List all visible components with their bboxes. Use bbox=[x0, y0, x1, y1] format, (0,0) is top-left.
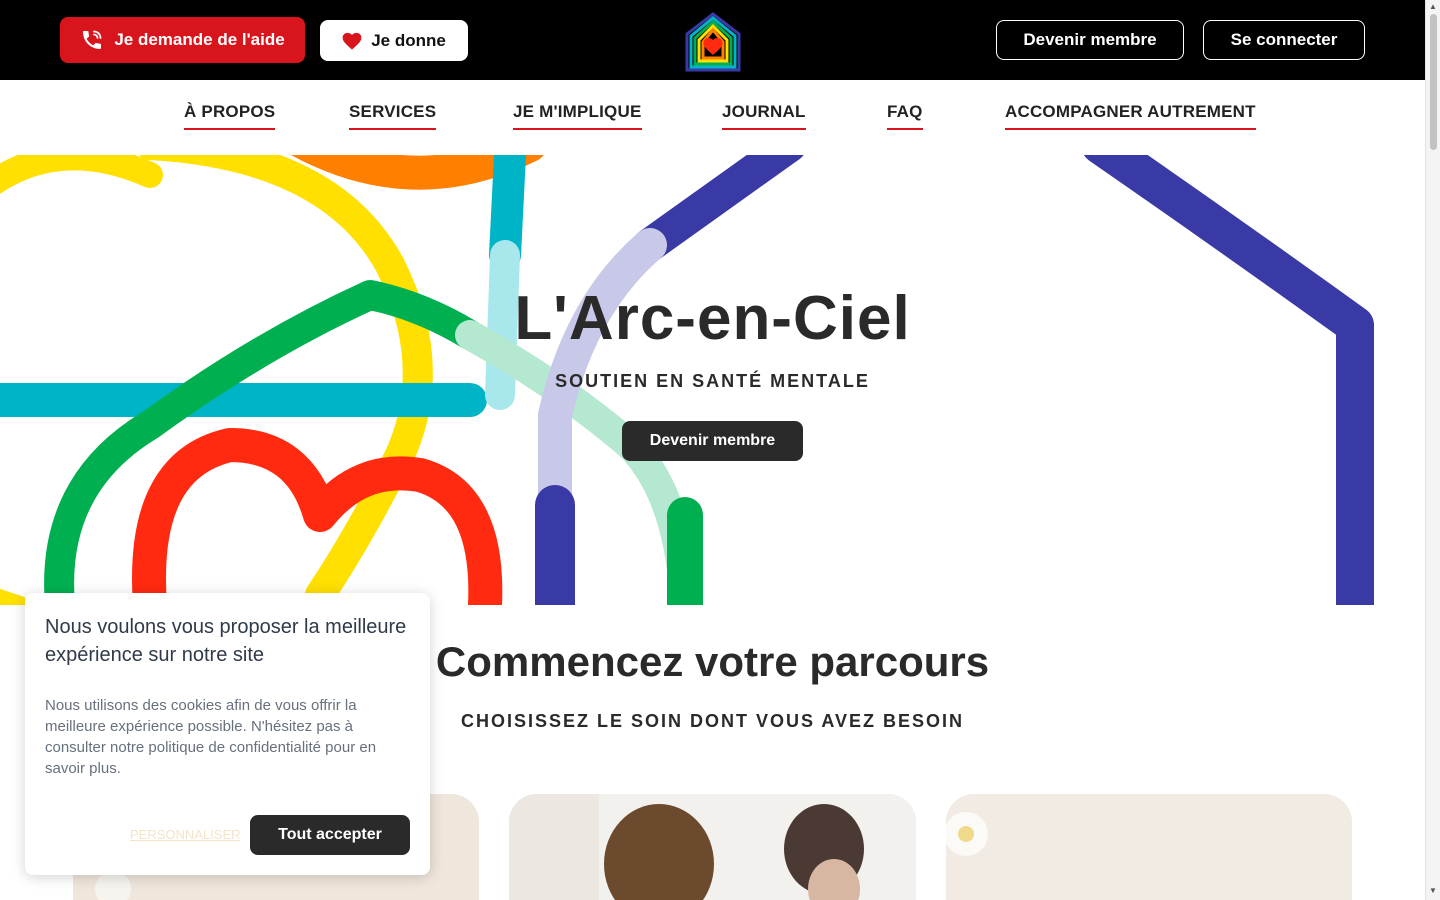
cookie-title: Nous voulons vous proposer la meilleure … bbox=[45, 616, 407, 666]
donate-button[interactable]: Je donne bbox=[320, 20, 468, 61]
phone-icon bbox=[83, 30, 102, 49]
nav-item-about[interactable]: À PROPOS bbox=[184, 102, 276, 130]
rainbow-house-heart-logo[interactable] bbox=[684, 11, 742, 73]
cookie-text: Nous utilisons des cookies afin de vous … bbox=[45, 697, 377, 777]
nav-item-get-involved[interactable]: JE M'IMPLIQUE bbox=[513, 102, 642, 130]
heart-icon bbox=[342, 32, 362, 50]
card-image bbox=[946, 794, 1352, 900]
care-card-2[interactable] bbox=[509, 794, 916, 900]
scroll-up-arrow-icon[interactable]: ▲ bbox=[1429, 2, 1437, 11]
scroll-down-arrow-icon[interactable]: ▼ bbox=[1429, 886, 1437, 895]
nav-item-accompany-differently[interactable]: ACCOMPAGNER AUTREMENT bbox=[1005, 102, 1256, 130]
card-image bbox=[509, 794, 916, 900]
care-card-3[interactable] bbox=[946, 794, 1352, 900]
hero-subtitle: SOUTIEN EN SANTÉ MENTALE bbox=[555, 371, 870, 391]
hero-title: L'Arc-en-Ciel bbox=[514, 284, 911, 353]
page-scrollbar[interactable]: ▲ ▼ bbox=[1425, 0, 1440, 900]
hero-become-member-button[interactable]: Devenir membre bbox=[622, 421, 803, 461]
scroll-thumb[interactable] bbox=[1430, 14, 1437, 150]
nav-item-faq[interactable]: FAQ bbox=[887, 102, 923, 130]
top-bar: Je demande de l'aide Je donne Devenir me… bbox=[0, 0, 1425, 80]
hero-section: L'Arc-en-Ciel SOUTIEN EN SANTÉ MENTALE D… bbox=[0, 155, 1425, 605]
nav-item-services[interactable]: SERVICES bbox=[349, 102, 437, 130]
login-button[interactable]: Se connecter bbox=[1203, 20, 1365, 60]
nav-item-journal[interactable]: JOURNAL bbox=[722, 102, 806, 130]
customize-cookies-link[interactable]: PERSONNALISER bbox=[130, 827, 241, 842]
accept-all-cookies-button[interactable]: Tout accepter bbox=[250, 815, 410, 855]
main-navigation: À PROPOS SERVICES JE M'IMPLIQUE JOURNAL … bbox=[0, 80, 1425, 155]
request-help-label: Je demande de l'aide bbox=[114, 30, 285, 49]
request-help-button[interactable]: Je demande de l'aide bbox=[60, 17, 305, 63]
donate-label: Je donne bbox=[371, 30, 446, 50]
become-member-button[interactable]: Devenir membre bbox=[996, 20, 1184, 60]
